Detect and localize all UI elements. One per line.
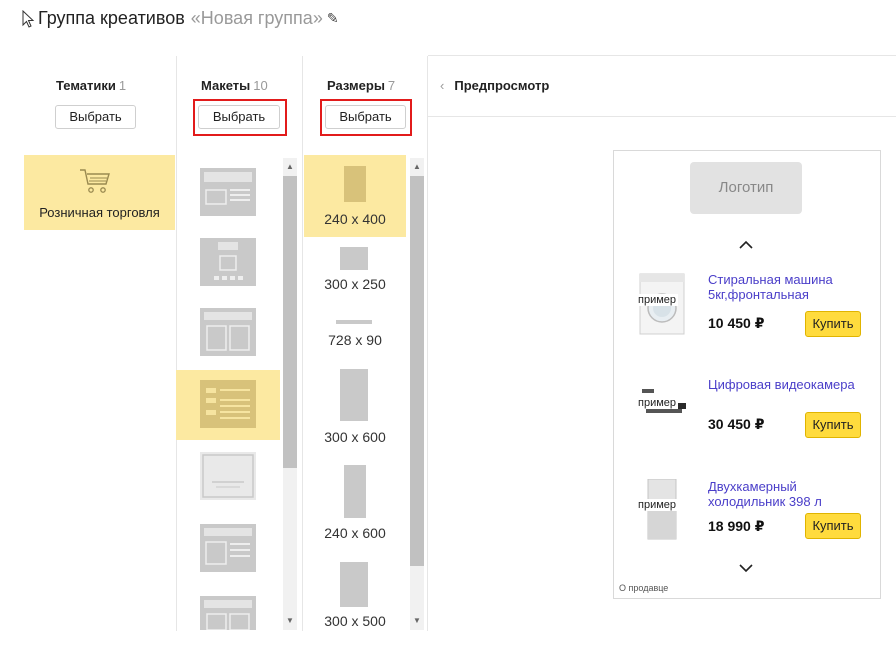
layout-thumb[interactable] xyxy=(200,168,256,216)
size-item-728x90[interactable]: 728 x 90 xyxy=(304,332,406,348)
divider xyxy=(428,116,896,117)
logo-placeholder[interactable]: Логотип xyxy=(690,162,802,214)
product-name-link[interactable]: Двухкамерный холодильник 398 л xyxy=(708,479,868,509)
size-item-300x250[interactable]: 300 x 250 xyxy=(304,276,406,292)
layouts-scroll-thumb[interactable] xyxy=(283,176,297,468)
layout-thumb-selected[interactable] xyxy=(200,380,256,428)
ad-preview: Логотип пример Стиральная машина 5кг,фро… xyxy=(613,150,881,599)
sizes-scroll-thumb[interactable] xyxy=(410,176,424,566)
product-card: пример Двухкамерный холодильник 398 л 18… xyxy=(614,479,882,559)
buy-button[interactable]: Купить xyxy=(805,513,861,539)
product-name-link[interactable]: Цифровая видеокамера xyxy=(708,377,868,392)
product-card: пример Цифровая видеокамера 30 450 ₽ Куп… xyxy=(614,377,882,457)
layouts-header: Макеты 10 xyxy=(201,78,268,93)
refrigerator-image xyxy=(647,479,677,540)
themes-header: Тематики 1 xyxy=(56,78,127,93)
example-tag: пример xyxy=(636,499,679,511)
layouts-select-button[interactable]: Выбрать xyxy=(198,105,280,129)
product-price: 30 450 ₽ xyxy=(708,416,765,432)
sizes-select-button[interactable]: Выбрать xyxy=(325,105,406,129)
size-preview xyxy=(344,465,366,518)
page-header: Группа креативов «Новая группа» ✎ xyxy=(22,8,339,29)
product-name-link[interactable]: Стиральная машина 5кг,фронтальная xyxy=(708,272,868,302)
chevron-down-icon[interactable] xyxy=(736,562,756,574)
chevron-up-icon[interactable] xyxy=(736,238,756,250)
theme-item-retail[interactable]: Розничная торговля xyxy=(24,155,175,230)
size-preview xyxy=(340,247,368,270)
size-preview xyxy=(340,562,368,607)
pencil-icon[interactable]: ✎ xyxy=(327,10,339,27)
column-divider xyxy=(176,56,177,631)
size-preview xyxy=(336,320,372,324)
seller-link[interactable]: О продавце xyxy=(619,583,668,593)
cursor-icon xyxy=(22,9,35,28)
scroll-up-arrow[interactable]: ▲ xyxy=(410,160,424,174)
product-price: 10 450 ₽ xyxy=(708,315,765,331)
layout-thumb[interactable] xyxy=(200,452,256,500)
size-item-300x500[interactable]: 300 x 500 xyxy=(304,613,406,629)
layout-thumb[interactable] xyxy=(200,524,256,572)
preview-header: ‹ Предпросмотр xyxy=(440,78,549,93)
layout-thumb[interactable] xyxy=(200,308,256,356)
sizes-header: Размеры 7 xyxy=(327,78,396,93)
size-preview xyxy=(340,369,368,421)
column-divider xyxy=(427,56,428,631)
shopping-cart-icon xyxy=(80,169,110,193)
page-title: Группа креативов xyxy=(38,8,185,28)
size-preview xyxy=(344,166,366,202)
buy-button[interactable]: Купить xyxy=(805,311,861,337)
buy-button[interactable]: Купить xyxy=(805,412,861,438)
divider xyxy=(428,55,896,56)
chevron-left-icon[interactable]: ‹ xyxy=(440,78,444,93)
scroll-up-arrow[interactable]: ▲ xyxy=(283,160,297,174)
theme-label: Розничная торговля xyxy=(39,205,160,220)
scroll-down-arrow[interactable]: ▼ xyxy=(283,614,297,628)
themes-select-button[interactable]: Выбрать xyxy=(55,105,136,129)
scroll-down-arrow[interactable]: ▼ xyxy=(410,614,424,628)
example-tag: пример xyxy=(636,294,679,306)
group-name[interactable]: «Новая группа» xyxy=(191,8,323,29)
column-divider xyxy=(302,56,303,631)
camcorder-image xyxy=(638,389,686,413)
size-item-240x600[interactable]: 240 x 600 xyxy=(304,525,406,541)
example-tag: пример xyxy=(636,397,679,409)
product-card: пример Стиральная машина 5кг,фронтальная… xyxy=(614,272,882,352)
layout-thumb[interactable] xyxy=(200,596,256,631)
size-item-300x600[interactable]: 300 x 600 xyxy=(304,429,406,445)
size-item-240x400[interactable]: 240 x 400 xyxy=(304,211,406,227)
layout-thumb[interactable] xyxy=(200,238,256,286)
product-price: 18 990 ₽ xyxy=(708,518,765,534)
preview-label: Предпросмотр xyxy=(454,78,550,93)
